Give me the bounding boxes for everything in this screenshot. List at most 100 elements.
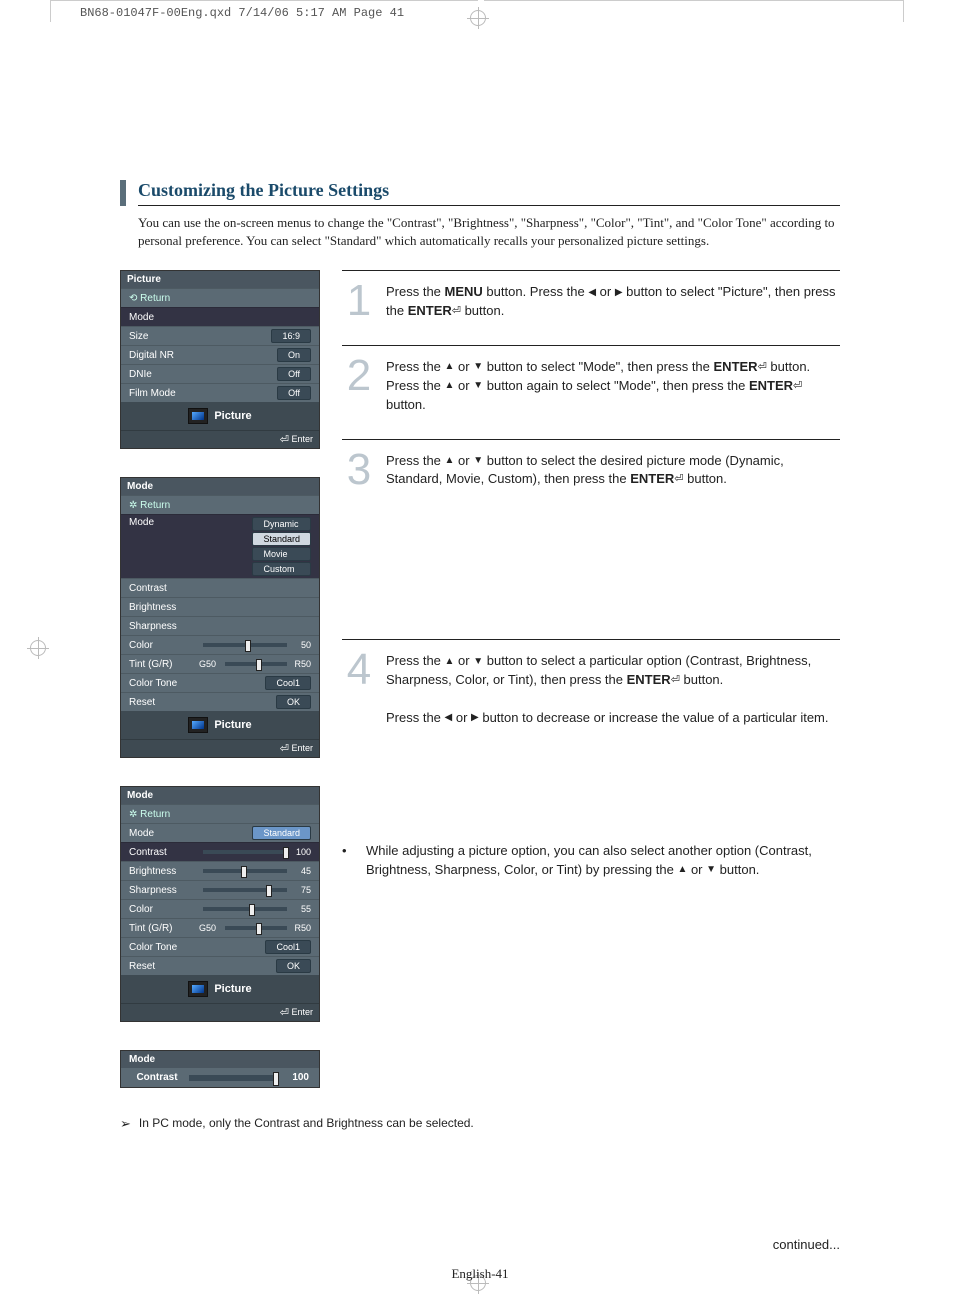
step-4: 4 Press the ▲ or ▼ button to select a pa… (342, 639, 840, 837)
osd-title: Mode (121, 1051, 319, 1068)
down-arrow-icon: ▼ (473, 655, 483, 670)
osd-footer-label: Picture (214, 410, 251, 422)
osd-item-label: Color (129, 904, 199, 915)
osd-return-label: Return (140, 293, 170, 304)
osd-row: Tint (G/R) G50 R50 (121, 654, 319, 673)
osd-item-label: Color (129, 640, 199, 651)
step-text: Press the MENU button. Press the ◀ or ▶ … (386, 283, 840, 321)
enter-icon: ⏎ (280, 742, 289, 755)
step-text: Press the ▲ or ▼ button to select a part… (386, 652, 840, 727)
osd-item-value: OK (276, 959, 311, 973)
osd-item-label: Brightness (129, 602, 199, 613)
osd-footer-label: Picture (214, 983, 251, 995)
tint-right: R50 (291, 923, 311, 933)
osd-row: Mode Standard (121, 823, 319, 842)
osd-picture-menu: Picture ⟲ Return Mode Size 16:9 Digital … (120, 270, 320, 449)
tint-right: R50 (291, 659, 311, 669)
up-arrow-icon: ▲ (445, 360, 455, 375)
osd-slider-value: 55 (291, 904, 311, 914)
osd-footer-label: Picture (214, 719, 251, 731)
osd-item-value: Off (277, 386, 311, 400)
osd-slider (203, 850, 287, 854)
up-arrow-icon: ▲ (445, 655, 455, 670)
down-arrow-icon: ▼ (473, 379, 483, 394)
osd-item-label: Contrast (129, 583, 199, 594)
right-arrow-icon: ▶ (471, 711, 479, 726)
osd-enter-label: Enter (291, 434, 313, 444)
osd-item-value: Cool1 (265, 940, 311, 954)
registration-mark-icon (30, 640, 46, 656)
osd-slider-value: 50 (291, 640, 311, 650)
bullet-icon: • (342, 842, 352, 880)
crop-mark (903, 0, 904, 22)
step-number: 1 (342, 283, 376, 321)
enter-icon: ⏎ (793, 379, 802, 395)
section-title-container: Customizing the Picture Settings (120, 180, 840, 206)
enter-icon: ⏎ (452, 304, 461, 320)
osd-item-label: Mode (129, 517, 199, 528)
osd-row: Color 50 (121, 635, 319, 654)
dropdown-option: Movie (252, 547, 311, 561)
osd-item-label: Reset (129, 697, 199, 708)
down-arrow-icon: ▼ (706, 863, 716, 878)
osd-item-label: Color Tone (129, 942, 199, 953)
osd-enter-hint: ⏎ Enter (121, 1003, 319, 1021)
down-arrow-icon: ▼ (473, 454, 483, 469)
step-3: 3 Press the ▲ or ▼ button to select the … (342, 439, 840, 640)
mini-slider-bar (189, 1075, 279, 1081)
osd-return-row: ⟲ Return (121, 288, 319, 307)
osd-enter-hint: ⏎ Enter (121, 739, 319, 757)
osd-enter-hint: ⏎ Enter (121, 430, 319, 448)
step-1: 1 Press the MENU button. Press the ◀ or … (342, 270, 840, 345)
osd-row: Color Tone Cool1 (121, 673, 319, 692)
osd-footer: Picture (121, 402, 319, 430)
step-text: Press the ▲ or ▼ button to select the de… (386, 452, 840, 490)
osd-item-label: Tint (G/R) (129, 923, 199, 934)
crop-mark (50, 0, 478, 1)
osd-item-label: Brightness (129, 866, 199, 877)
osd-enter-label: Enter (291, 1007, 313, 1017)
osd-item-label: Size (129, 331, 199, 342)
osd-item-label: Mode (129, 828, 199, 839)
mode-dropdown: Dynamic Standard Movie Custom (252, 517, 311, 576)
osd-item-label: Sharpness (129, 885, 199, 896)
osd-row: Reset OK (121, 956, 319, 975)
osd-row: Sharpness (121, 616, 319, 635)
enter-icon: ⏎ (758, 360, 767, 376)
osd-row: Color 55 (121, 899, 319, 918)
note-text: While adjusting a picture option, you ca… (366, 842, 840, 880)
dropdown-option-selected: Standard (252, 532, 311, 546)
osd-title: Mode (121, 787, 319, 804)
dropdown-option: Custom (252, 562, 311, 576)
osd-return-label: Return (140, 500, 170, 511)
osd-slider (203, 643, 287, 647)
enter-icon: ⏎ (280, 433, 289, 446)
osd-return-row: ✲ Return (121, 804, 319, 823)
osd-row: Brightness (121, 597, 319, 616)
picture-icon (188, 717, 208, 733)
return-icon: ⟲ (129, 293, 137, 304)
osd-item-value: OK (276, 695, 311, 709)
picture-icon (188, 408, 208, 424)
osd-item-value: Cool1 (265, 676, 311, 690)
enter-icon: ⏎ (671, 673, 680, 689)
gear-icon: ✲ (129, 500, 137, 511)
intro-paragraph: You can use the on-screen menus to chang… (138, 214, 840, 250)
osd-single-slider: Mode Contrast 100 (120, 1050, 320, 1088)
osd-item-label: Contrast (129, 847, 199, 858)
osd-slider-value: 45 (291, 866, 311, 876)
pc-mode-note: ➢ In PC mode, only the Contrast and Brig… (120, 1116, 840, 1132)
osd-row: Contrast (121, 578, 319, 597)
osd-slider (225, 926, 287, 930)
section-title: Customizing the Picture Settings (138, 180, 389, 200)
osd-slider-value: 75 (291, 885, 311, 895)
osd-slider (225, 662, 287, 666)
left-arrow-icon: ◀ (588, 286, 596, 301)
osd-return-label: Return (140, 809, 170, 820)
osd-slider (203, 869, 287, 873)
osd-item-label: Sharpness (129, 621, 199, 632)
page-footer: English-41 (451, 1266, 508, 1282)
right-arrow-icon: ▶ (615, 286, 623, 301)
osd-item-label: Color Tone (129, 678, 199, 689)
osd-item-label: Mode (129, 312, 199, 323)
